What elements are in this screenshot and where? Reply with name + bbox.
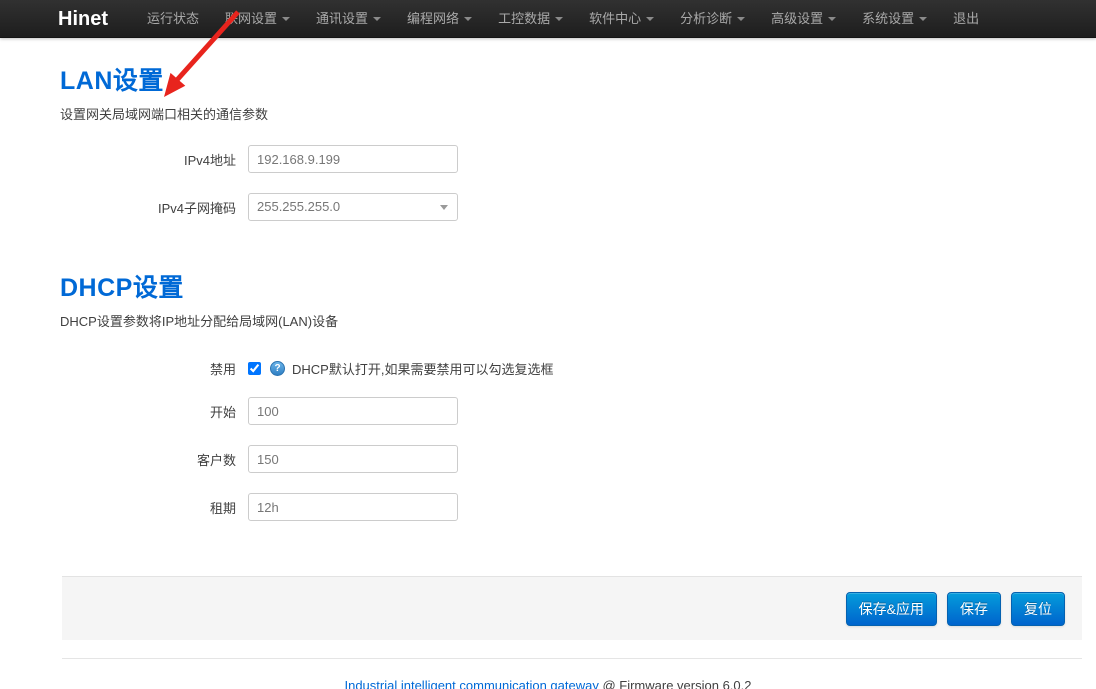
save-button[interactable]: 保存 [947,592,1001,626]
lan-section-title: LAN设置 [60,61,1082,97]
chevron-down-icon [464,17,472,21]
brand-logo[interactable]: Hinet [58,8,108,31]
dhcp-section-title: DHCP设置 [60,268,1082,304]
dhcp-disable-checkbox[interactable] [248,362,261,375]
footer-firmware-version: @ Firmware version 6.0.2 [602,678,751,689]
nav-item-logout[interactable]: 退出 [940,0,992,38]
nav-item-advanced-settings[interactable]: 高级设置 [758,0,849,38]
dhcp-lease-label: 租期 [60,498,248,517]
lan-section-subtitle: 设置网关局域网端口相关的通信参数 [60,104,1082,123]
dhcp-disable-help-text: DHCP默认打开,如果需要禁用可以勾选复选框 [292,359,553,378]
dhcp-lease-input[interactable] [248,493,458,521]
nav-item-system-settings[interactable]: 系统设置 [849,0,940,38]
ipv4-address-label: IPv4地址 [60,150,248,169]
nav-item-network-settings[interactable]: 联网设置 [212,0,303,38]
page-footer: Industrial intelligent communication gat… [0,678,1096,689]
reset-button[interactable]: 复位 [1011,592,1065,626]
nav-item-industrial-data[interactable]: 工控数据 [485,0,576,38]
help-question-icon[interactable]: ? [270,361,285,376]
form-row-dhcp-lease: 租期 [60,493,1082,521]
page-actions-bar: 保存&应用 保存 复位 [62,576,1082,640]
dhcp-clients-input[interactable] [248,445,458,473]
chevron-down-icon [373,17,381,21]
ipv4-netmask-select[interactable]: 255.255.255.0 [248,193,458,221]
nav-item-run-status[interactable]: 运行状态 [134,0,212,38]
form-row-dhcp-clients: 客户数 [60,445,1082,473]
footer-gateway-link[interactable]: Industrial intelligent communication gat… [344,678,598,689]
form-row-ipv4-address: IPv4地址 [60,145,1082,173]
nav-item-comm-settings[interactable]: 通讯设置 [303,0,394,38]
form-row-dhcp-disable: 禁用 ? DHCP默认打开,如果需要禁用可以勾选复选框 [60,358,1082,378]
nav-item-analysis-diagnosis[interactable]: 分析诊断 [667,0,758,38]
page-content: LAN设置 设置网关局域网端口相关的通信参数 IPv4地址 IPv4子网掩码 2… [0,61,1096,521]
nav-item-software-center[interactable]: 软件中心 [576,0,667,38]
select-dropdown-icon [440,205,448,210]
footer-divider [62,658,1082,659]
form-row-dhcp-start: 开始 [60,397,1082,425]
form-row-ipv4-netmask: IPv4子网掩码 255.255.255.0 [60,193,1082,221]
nav-menu: 运行状态 联网设置 通讯设置 编程网络 工控数据 软件中心 分析诊断 高级设置 … [134,0,992,38]
chevron-down-icon [282,17,290,21]
dhcp-disable-label: 禁用 [60,359,248,378]
chevron-down-icon [828,17,836,21]
dhcp-start-input[interactable] [248,397,458,425]
top-navbar: Hinet 运行状态 联网设置 通讯设置 编程网络 工控数据 软件中心 分析诊断… [0,0,1096,38]
chevron-down-icon [555,17,563,21]
chevron-down-icon [737,17,745,21]
chevron-down-icon [919,17,927,21]
ipv4-netmask-selected-value: 255.255.255.0 [257,199,340,214]
ipv4-netmask-label: IPv4子网掩码 [60,198,248,217]
dhcp-start-label: 开始 [60,402,248,421]
chevron-down-icon [646,17,654,21]
dhcp-section-subtitle: DHCP设置参数将IP地址分配给局域网(LAN)设备 [60,311,1082,330]
dhcp-clients-label: 客户数 [60,450,248,469]
nav-item-programming-network[interactable]: 编程网络 [394,0,485,38]
ipv4-address-input[interactable] [248,145,458,173]
save-apply-button[interactable]: 保存&应用 [846,592,937,626]
